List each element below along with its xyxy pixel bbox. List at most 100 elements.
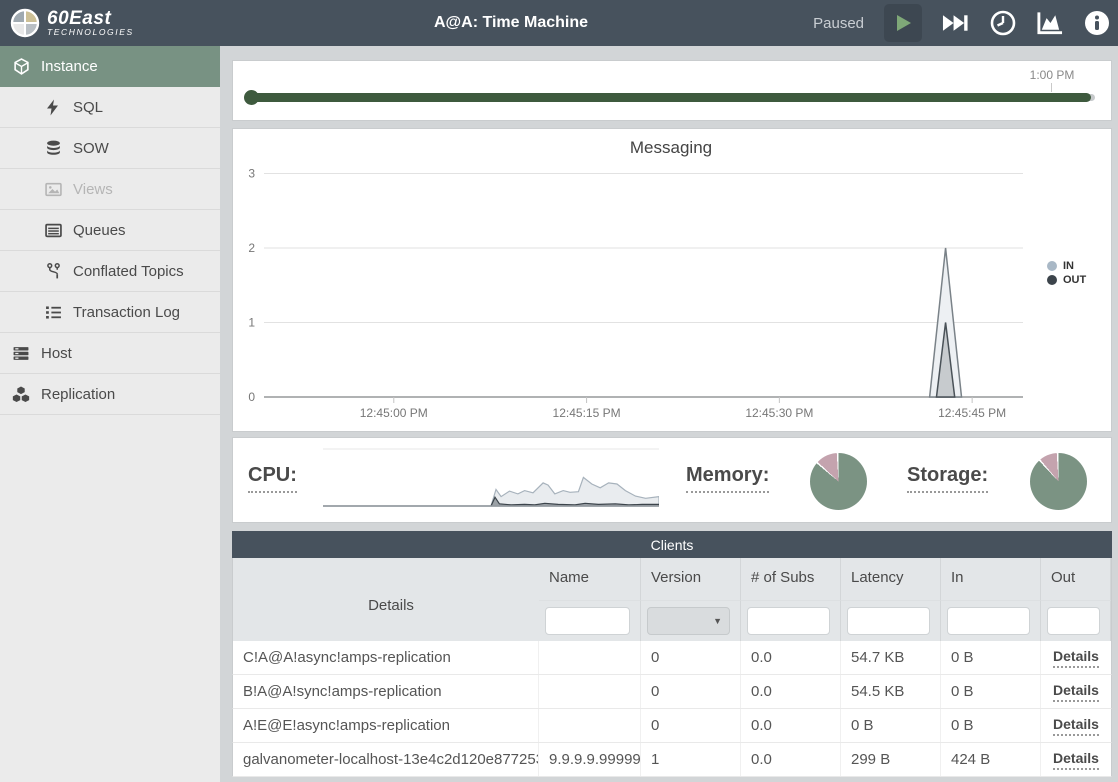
svg-text:1: 1 — [248, 316, 255, 330]
sidebar-item-label: SQL — [73, 99, 103, 116]
area-chart-icon — [1036, 10, 1063, 36]
column-header-latency[interactable]: Latency — [841, 558, 941, 600]
column-header-details: Details — [233, 558, 539, 641]
filter-cell-subs — [741, 600, 841, 641]
chevron-down-icon: ▼ — [713, 616, 722, 626]
cell-name: C!A@A!async!amps-replication — [233, 641, 539, 674]
cell-name: B!A@A!sync!amps-replication — [233, 675, 539, 708]
messaging-chart-panel: Messaging012312:45:00 PM12:45:15 PM12:45… — [232, 128, 1112, 432]
cell-version — [539, 709, 641, 742]
out-filter-input[interactable] — [1047, 607, 1100, 635]
messaging-chart: Messaging012312:45:00 PM12:45:15 PM12:45… — [233, 129, 1111, 431]
table-row: B!A@A!sync!amps-replication00.054.5 KB0 … — [232, 675, 1112, 709]
timeline-tick — [1051, 83, 1052, 92]
cell-name: A!E@E!async!amps-replication — [233, 709, 539, 742]
subs-filter-input[interactable] — [747, 607, 830, 635]
bolt-icon — [44, 98, 62, 116]
version-filter-dropdown[interactable]: ▼ — [647, 607, 730, 635]
history-button[interactable] — [989, 10, 1016, 37]
clients-table-header: Name Version # of Subs Latency In Out De… — [232, 558, 1112, 641]
svg-text:12:45:00 PM: 12:45:00 PM — [360, 406, 428, 420]
sidebar-item-instance[interactable]: Instance — [0, 46, 220, 87]
play-button[interactable] — [884, 4, 922, 42]
cell-out: 424 B — [941, 743, 1041, 776]
column-header-name[interactable]: Name — [539, 558, 641, 600]
cell-details: Details — [1041, 709, 1111, 742]
column-header-version[interactable]: Version — [641, 558, 741, 600]
sidebar: Instance SQL SOW Views Queues Conflated Topic… — [0, 46, 220, 782]
sidebar-item-label: Conflated Topics — [73, 263, 184, 280]
column-header-in[interactable]: In — [941, 558, 1041, 600]
svg-text:12:45:15 PM: 12:45:15 PM — [553, 406, 621, 420]
clients-table-title: Clients — [232, 531, 1112, 558]
sidebar-item-transaction-log[interactable]: Transaction Log — [0, 292, 220, 333]
cell-in: 299 B — [841, 743, 941, 776]
sidebar-item-label: Queues — [73, 222, 126, 239]
cell-out: 0 B — [941, 709, 1041, 742]
sidebar-item-label: SOW — [73, 140, 109, 157]
column-header-subs[interactable]: # of Subs — [741, 558, 841, 600]
system-stats-panel: CPU: Memory: Storage: — [232, 437, 1112, 523]
cell-subs: 0 — [641, 641, 741, 674]
svg-text:12:45:45 PM: 12:45:45 PM — [938, 406, 1006, 420]
svg-text:OUT: OUT — [1063, 274, 1087, 286]
sidebar-item-conflated-topics[interactable]: Conflated Topics — [0, 251, 220, 292]
sidebar-item-sql[interactable]: SQL — [0, 87, 220, 128]
cpu-label: CPU: — [248, 464, 297, 493]
details-link[interactable]: Details — [1053, 716, 1099, 736]
sidebar-item-queues[interactable]: Queues — [0, 210, 220, 251]
charts-button[interactable] — [1036, 10, 1063, 37]
app-header: 60East TECHNOLOGIES A@A: Time Machine Pa… — [0, 0, 1118, 46]
info-button[interactable] — [1083, 10, 1110, 37]
cell-out: 0 B — [941, 641, 1041, 674]
filter-cell-latency — [841, 600, 941, 641]
cubes-icon — [12, 385, 30, 403]
cell-latency: 0.0 — [741, 641, 841, 674]
cell-in: 54.7 KB — [841, 641, 941, 674]
timeline-slider-handle[interactable] — [244, 90, 259, 105]
sidebar-item-host[interactable]: Host — [0, 333, 220, 374]
cell-subs: 1 — [641, 743, 741, 776]
table-row: A!E@E!async!amps-replication00.00 B0 BDe… — [232, 709, 1112, 743]
cell-version — [539, 675, 641, 708]
clock-icon — [990, 10, 1016, 36]
clients-table-body: C!A@A!async!amps-replication00.054.7 KB0… — [232, 641, 1112, 777]
sidebar-item-label: Instance — [41, 58, 98, 75]
filter-cell-out — [1041, 600, 1111, 641]
cell-latency: 0.0 — [741, 675, 841, 708]
play-icon — [893, 13, 913, 33]
latency-filter-input[interactable] — [847, 607, 930, 635]
cell-name: galvanometer-localhost-13e4c2d120e877253… — [233, 743, 539, 776]
details-link[interactable]: Details — [1053, 750, 1099, 770]
column-header-out[interactable]: Out — [1041, 558, 1111, 600]
sidebar-item-label: Transaction Log — [73, 304, 180, 321]
sidebar-item-sow[interactable]: SOW — [0, 128, 220, 169]
svg-text:IN: IN — [1063, 260, 1074, 272]
in-filter-input[interactable] — [947, 607, 1030, 635]
sidebar-item-replication[interactable]: Replication — [0, 374, 220, 415]
timeline-slider[interactable] — [250, 93, 1091, 102]
storage-pie-chart — [1030, 453, 1087, 510]
cell-latency: 0.0 — [741, 743, 841, 776]
table-row: C!A@A!async!amps-replication 00.054.7 KB0… — [232, 641, 1112, 675]
sidebar-item-label: Host — [41, 345, 72, 362]
cpu-sparkline-chart — [323, 445, 659, 515]
globe-logo-icon — [10, 8, 40, 38]
svg-text:2: 2 — [248, 241, 255, 255]
details-link[interactable]: Details — [1053, 648, 1099, 668]
list-box-icon — [44, 221, 62, 239]
image-icon — [44, 180, 62, 198]
timeline-time-label: 1:00 PM — [1030, 68, 1075, 82]
cell-out: 0 B — [941, 675, 1041, 708]
fork-icon — [44, 262, 62, 280]
name-filter-input[interactable] — [545, 607, 630, 635]
skip-to-end-button[interactable] — [942, 10, 969, 37]
details-link[interactable]: Details — [1053, 682, 1099, 702]
svg-text:12:45:30 PM: 12:45:30 PM — [745, 406, 813, 420]
brand-name: 60East — [47, 10, 134, 27]
filter-cell-in — [941, 600, 1041, 641]
cell-subs: 0 — [641, 709, 741, 742]
server-icon — [12, 344, 30, 362]
memory-label: Memory: — [686, 464, 769, 493]
sidebar-item-views: Views — [0, 169, 220, 210]
